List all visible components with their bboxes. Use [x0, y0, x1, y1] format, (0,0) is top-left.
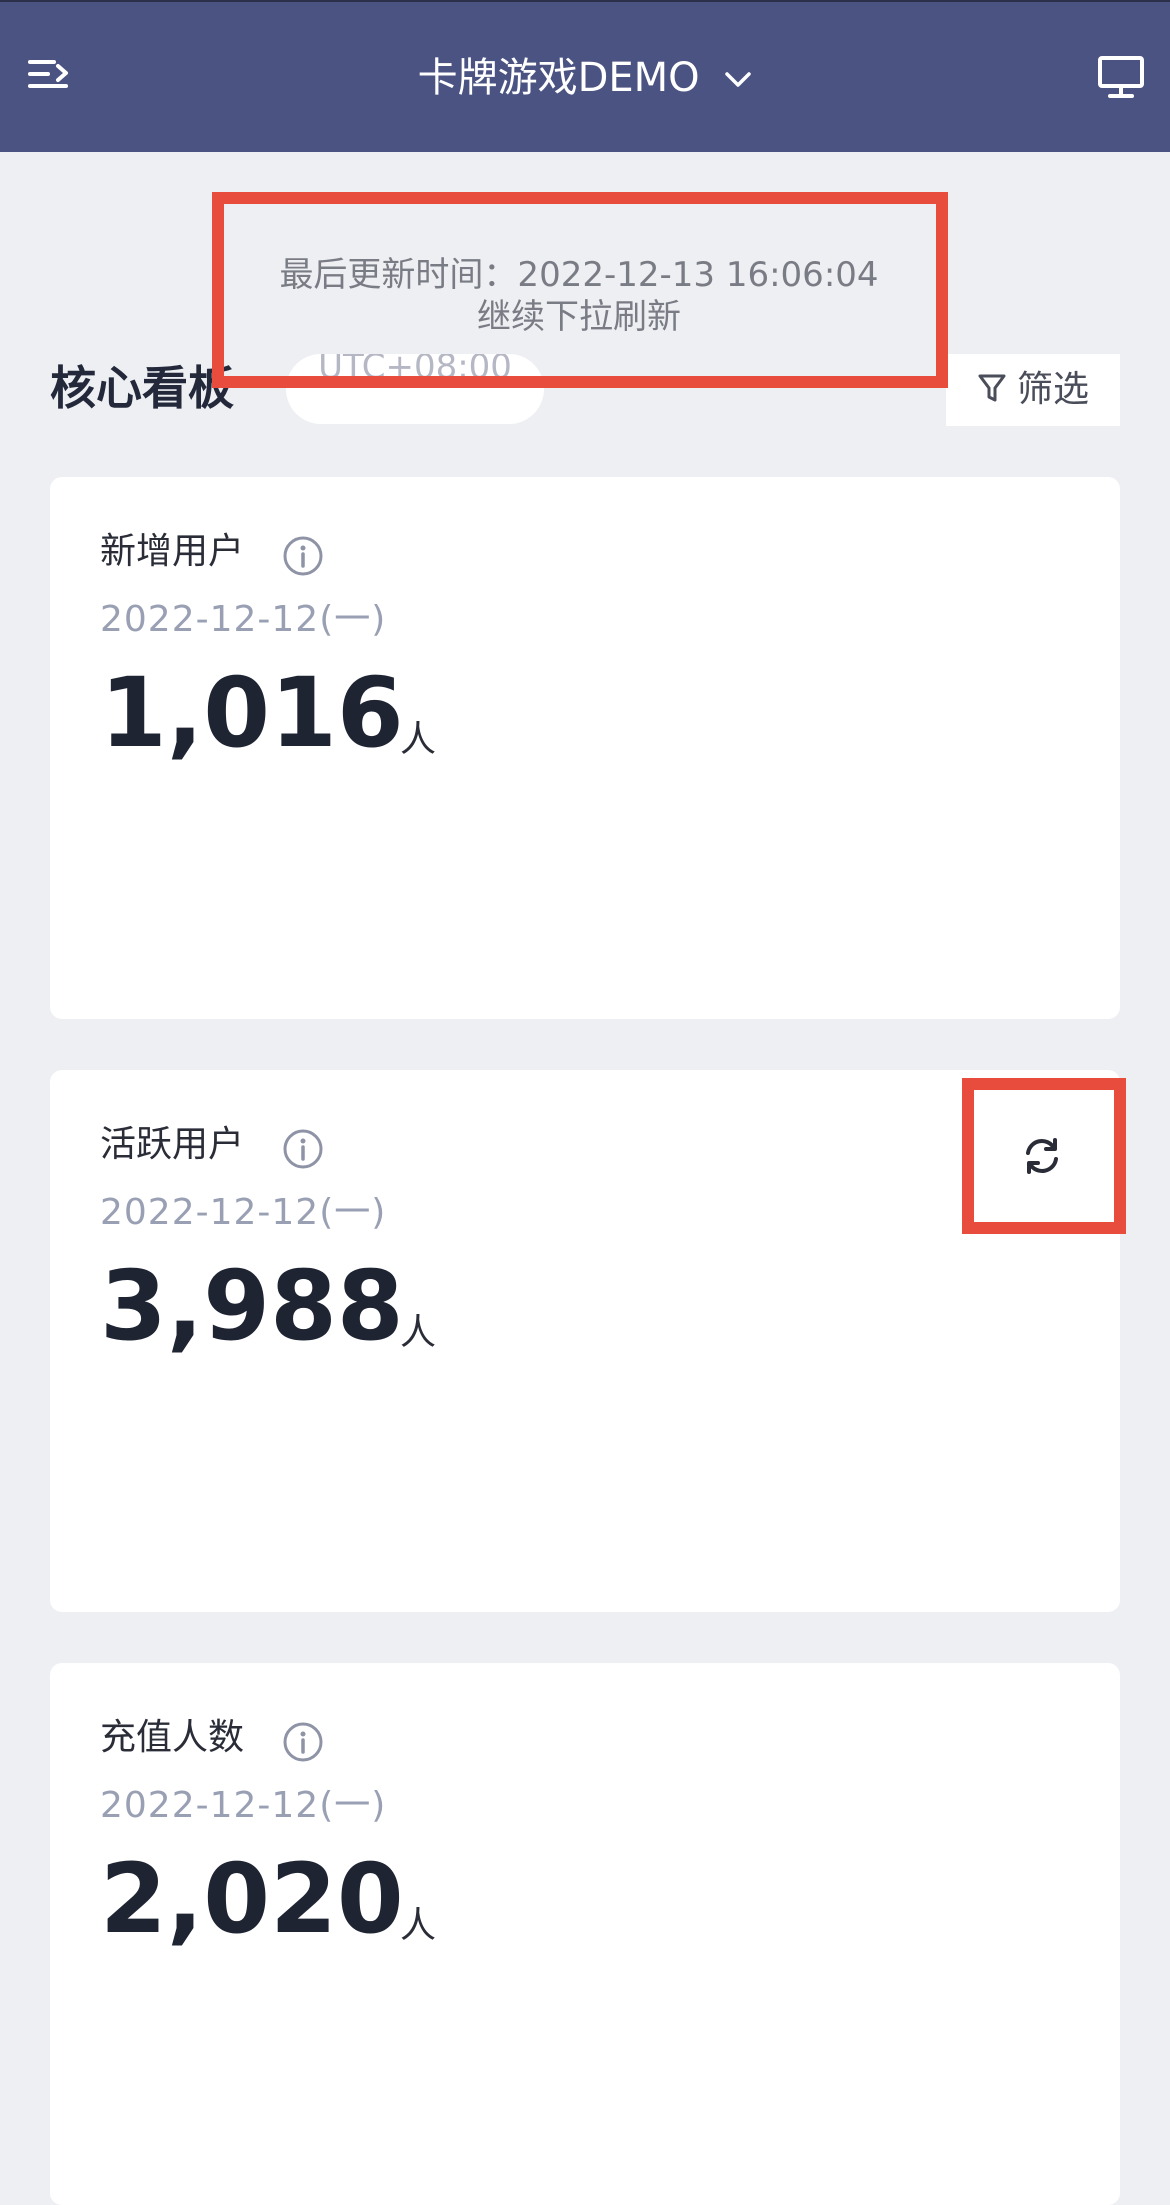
info-icon[interactable] — [282, 535, 324, 577]
chevron-down-icon — [724, 49, 752, 105]
pull-refresh-hint: 继续下拉刷新 — [477, 297, 681, 337]
metric-card-paying-users[interactable]: 充值人数 2022-12-12(一) 2,020 人 — [50, 1663, 1120, 2205]
filter-icon — [978, 374, 1006, 402]
metric-value: 2,020 — [100, 1843, 404, 1955]
metric-value: 3,988 — [100, 1250, 404, 1362]
last-update-time: 最后更新时间：2022-12-13 16:06:04 — [279, 255, 879, 295]
page-title: 核心看板 — [50, 361, 234, 415]
info-icon[interactable] — [282, 1721, 324, 1763]
top-header: 卡牌游戏DEMO — [0, 0, 1170, 152]
metric-card-new-users[interactable]: 新增用户 2022-12-12(一) 1,016 人 — [50, 477, 1120, 1019]
card-title: 新增用户 — [100, 531, 245, 572]
app-switcher[interactable]: 卡牌游戏DEMO — [0, 50, 1170, 106]
app-title: 卡牌游戏DEMO — [417, 55, 700, 101]
pull-refresh-notice: 最后更新时间：2022-12-13 16:06:04 继续下拉刷新 — [212, 192, 946, 364]
monitor-icon[interactable] — [1096, 52, 1146, 102]
card-date: 2022-12-12(一) — [100, 1192, 387, 1233]
refresh-icon[interactable] — [1020, 1134, 1064, 1178]
filter-button[interactable]: 筛选 — [946, 354, 1120, 426]
info-icon[interactable] — [282, 1128, 324, 1170]
card-date: 2022-12-12(一) — [100, 599, 387, 640]
metric-unit: 人 — [400, 1312, 437, 1353]
card-title: 活跃用户 — [100, 1124, 245, 1165]
filter-label: 筛选 — [1016, 369, 1089, 410]
metric-unit: 人 — [400, 719, 437, 760]
card-title: 充值人数 — [100, 1717, 245, 1758]
metric-value: 1,016 — [100, 657, 404, 769]
timezone-label: UTC+08:00 — [318, 354, 512, 387]
metric-card-active-users[interactable]: 活跃用户 2022-12-12(一) 3,988 人 — [50, 1070, 1120, 1612]
metric-unit: 人 — [400, 1905, 437, 1946]
timezone-badge[interactable]: UTC+08:00 — [286, 354, 544, 424]
card-date: 2022-12-12(一) — [100, 1785, 387, 1826]
